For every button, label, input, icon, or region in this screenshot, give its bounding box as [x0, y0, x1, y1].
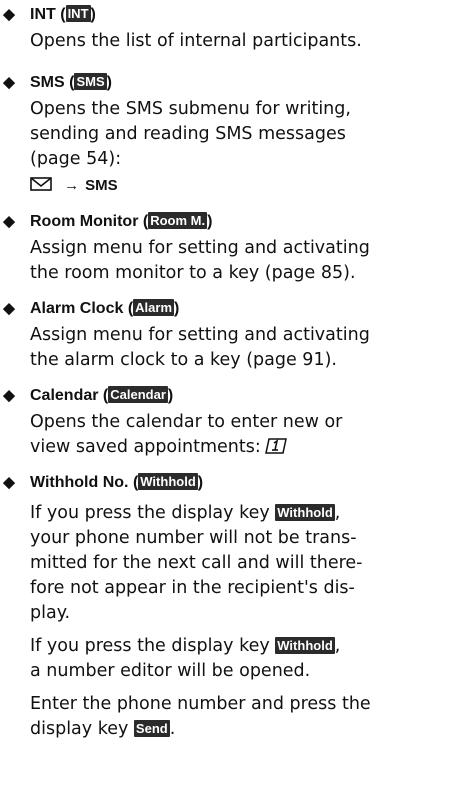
bullet-diamond-icon: ◆: [3, 6, 15, 23]
entry-calendar: ◆ Calendar (Calendar) Opens the calendar…: [0, 381, 451, 463]
bullet-diamond-icon: ◆: [3, 74, 15, 91]
entry-heading: ◆ Withhold No. (Withhold): [0, 468, 451, 497]
entry-withhold-number: ◆ Withhold No. (Withhold) If you press t…: [0, 468, 451, 742]
entry-alarm-clock: ◆ Alarm Clock (Alarm) Assign menu for se…: [0, 294, 451, 373]
entry-room-monitor: ◆ Room Monitor (Room M.) Assign menu for…: [0, 207, 451, 286]
paragraph-line: play.: [30, 603, 71, 623]
entry-description-line: Assign menu for setting and activating: [30, 325, 370, 345]
entry-description-line: the alarm clock to a key (page 91).: [30, 350, 337, 370]
bullet-diamond-icon: ◆: [3, 387, 15, 404]
entry-heading: ◆ INT (INT): [0, 0, 451, 29]
paragraph-line: a number editor will be opened.: [30, 661, 311, 681]
display-key-room-monitor: Room M.: [148, 212, 208, 229]
entry-description-line: sending and reading SMS messages: [30, 124, 346, 144]
entry-int: ◆ INT (INT) Opens the list of internal p…: [0, 0, 451, 54]
entry-heading: ◆ Calendar (Calendar): [0, 381, 451, 410]
display-key-alarm: Alarm: [133, 299, 175, 316]
paragraph-line: If you press the display key Withhold,: [30, 636, 341, 656]
entry-title: SMS: [30, 74, 65, 91]
entry-description-line: Opens the SMS submenu for writing,: [30, 99, 351, 119]
paragraph-line: Enter the phone number and press the: [30, 694, 371, 714]
envelope-icon: [30, 177, 52, 191]
bullet-diamond-icon: ◆: [3, 300, 15, 317]
manual-page: ◆ INT (INT) Opens the list of internal p…: [0, 0, 451, 803]
entry-description-line: Opens the calendar to enter new or: [30, 412, 343, 432]
entry-description: Opens the list of internal participants.: [30, 31, 362, 51]
paragraph-line: If you press the display key Withhold,: [30, 503, 341, 523]
menu-path: → SMS: [30, 172, 451, 200]
display-key-withhold: Withhold: [275, 504, 335, 521]
entry-title: Room Monitor: [30, 213, 139, 230]
entry-title: INT: [30, 6, 56, 23]
entry-description-line: the room monitor to a key (page 85).: [30, 263, 356, 283]
calendar-icon: [264, 437, 287, 463]
paragraph-line: display key Send.: [30, 719, 176, 739]
entry-title: Calendar: [30, 387, 99, 404]
menu-path-arrow: →: [64, 177, 80, 194]
paragraph-line: your phone number will not be trans-: [30, 528, 357, 548]
display-key-int: INT: [65, 5, 91, 22]
paragraph-line: fore not appear in the recipient's dis-: [30, 578, 355, 598]
entry-title: Alarm Clock: [30, 300, 124, 317]
entry-description-line: Assign menu for setting and activating: [30, 238, 370, 258]
display-key-sms: SMS: [74, 73, 107, 90]
display-key-send: Send: [133, 720, 170, 737]
entry-heading: ◆ Alarm Clock (Alarm): [0, 294, 451, 323]
entry-heading: ◆ SMS (SMS): [0, 68, 451, 97]
entry-heading: ◆ Room Monitor (Room M.): [0, 207, 451, 236]
paragraph-line: mitted for the next call and will there-: [30, 553, 363, 573]
entry-title: Withhold No.: [30, 474, 129, 491]
display-key-withhold: Withhold: [138, 473, 198, 490]
display-key-calendar: Calendar: [108, 386, 168, 403]
entry-description-line: (page 54):: [30, 149, 122, 169]
bullet-diamond-icon: ◆: [3, 213, 15, 230]
bullet-diamond-icon: ◆: [3, 474, 15, 491]
menu-path-target: SMS: [85, 177, 118, 194]
display-key-withhold: Withhold: [275, 637, 335, 654]
entry-sms: ◆ SMS (SMS) Opens the SMS submenu for wr…: [0, 68, 451, 200]
entry-description-line: view saved appointments:: [30, 435, 451, 463]
